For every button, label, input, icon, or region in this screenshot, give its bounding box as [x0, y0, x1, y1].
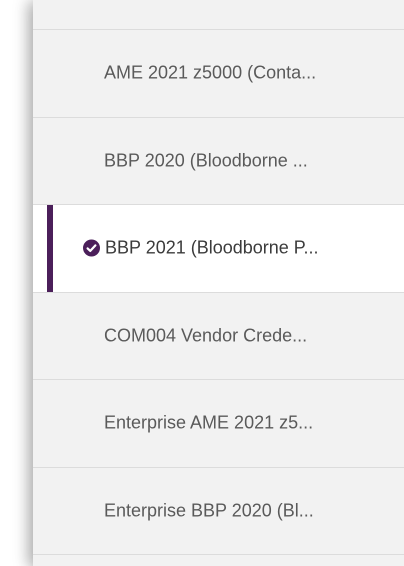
list-item-com004[interactable]: COM004 Vendor Crede...: [33, 293, 404, 380]
list-item-label: Enterprise AME 2021 z5...: [104, 412, 314, 433]
list-top-edge: [33, 0, 404, 30]
list-item-label: BBP 2020 (Bloodborne ...: [104, 150, 308, 171]
list-item-ame-2021[interactable]: AME 2021 z5000 (Conta...: [33, 30, 404, 118]
list-item-label: Enterprise BBP 2020 (Bl...: [104, 500, 314, 521]
list-item-enterprise-bbp-2020[interactable]: Enterprise BBP 2020 (Bl...: [33, 468, 404, 555]
list-item-label: BBP 2021 (Bloodborne P...: [105, 237, 319, 258]
list-item-label: COM004 Vendor Crede...: [104, 325, 308, 346]
list-item-enterprise-ame-2021[interactable]: Enterprise AME 2021 z5...: [33, 380, 404, 468]
list-item-bbp-2021-selected[interactable]: BBP 2021 (Bloodborne P...: [33, 205, 404, 293]
list-item-label: AME 2021 z5000 (Conta...: [104, 62, 317, 83]
course-list-panel: AME 2021 z5000 (Conta... BBP 2020 (Blood…: [33, 0, 404, 566]
check-circle-icon: [83, 239, 100, 257]
course-list: AME 2021 z5000 (Conta... BBP 2020 (Blood…: [33, 30, 404, 555]
list-item-bbp-2020[interactable]: BBP 2020 (Bloodborne ...: [33, 118, 404, 205]
